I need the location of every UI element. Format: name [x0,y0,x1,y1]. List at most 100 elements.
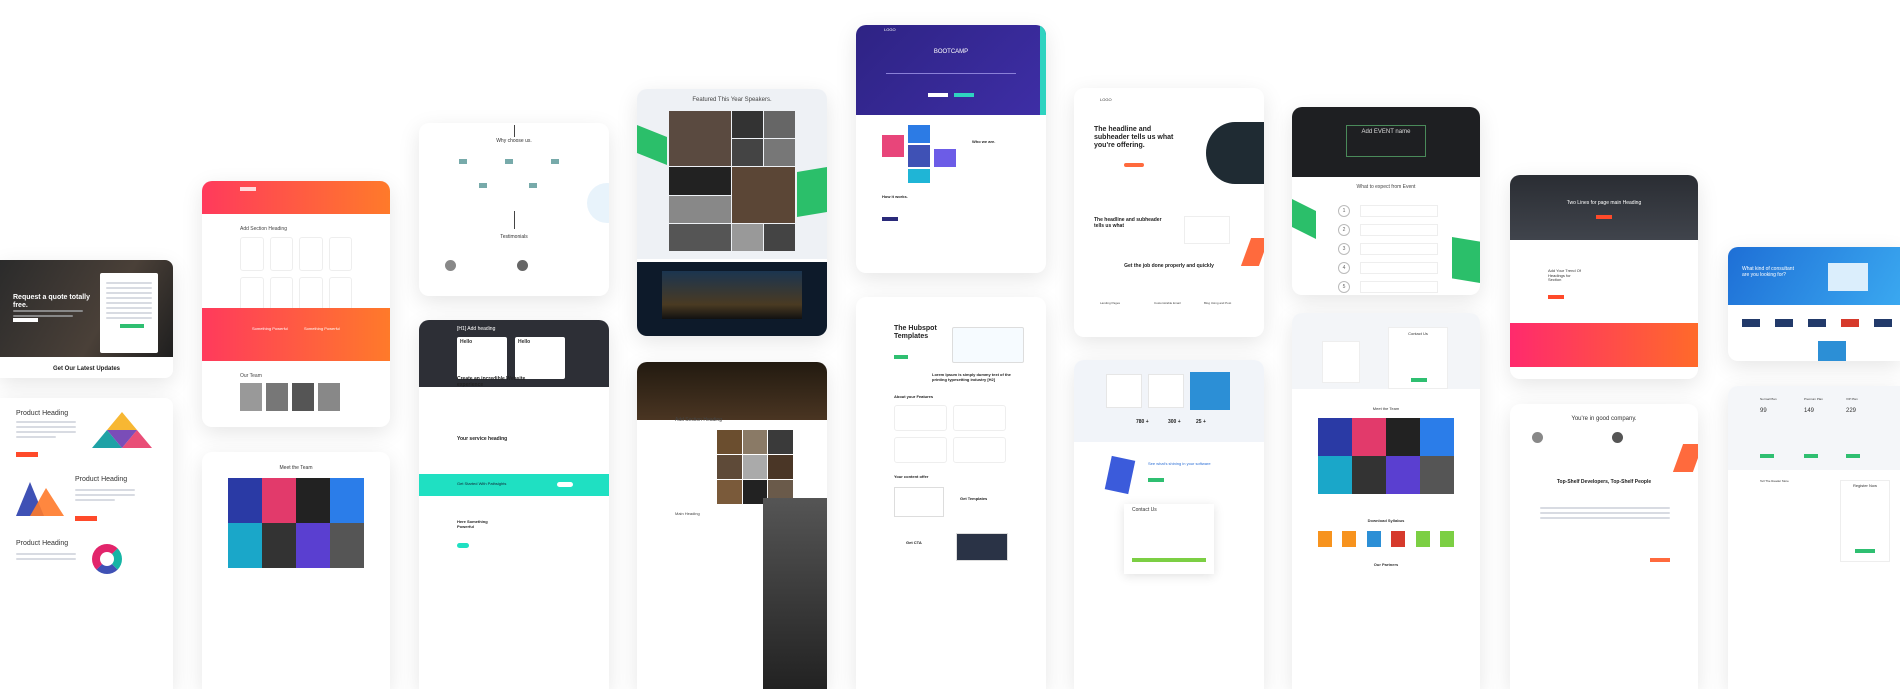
good-card[interactable]: You're in good company. Top-Shelf Develo… [1510,404,1698,689]
step-number: 1 [1338,205,1350,217]
plan-2: Premium Plan [1804,397,1823,401]
register-form[interactable]: Register Now [1840,480,1890,562]
bootcamp-button-2[interactable] [954,93,974,97]
triangle-graphic [92,412,152,448]
hubspot-card[interactable]: The Hubspot Templates Lorem Ipsum is sim… [856,297,1046,689]
features-grid [894,405,1006,463]
how-title: How it works. [882,194,908,199]
list-button[interactable] [1548,295,1564,299]
headline-card[interactable]: LOGO The headline and subheader tells us… [1074,88,1264,337]
headline-button[interactable] [1124,163,1144,167]
red-header [202,181,390,214]
create-heading: Create an incredible Website experience [457,376,526,388]
blue-box [1818,341,1846,361]
event-card[interactable]: Add EVENT name What to expect from Event… [1292,107,1480,295]
hello-card-1: Hello [457,337,507,379]
quote-button[interactable] [13,318,38,322]
block [908,169,930,183]
block [908,125,930,143]
event-step: 2 [1338,224,1438,236]
hello-card-2: Hello [515,337,565,379]
red-feature-grid-2 [240,277,352,311]
job-title: Get the job done properly and quickly [1124,263,1214,269]
avatar [517,260,528,271]
good-submit[interactable] [1650,558,1670,562]
dark-heading-card[interactable]: [H1] Add heading Hello Hello Create an i… [419,320,609,689]
hubspot-button[interactable] [894,355,908,359]
city-image [637,262,827,336]
night-section-heading: Add Section Heading [675,417,722,423]
green-accent [797,167,827,217]
red-feature-2: Something Powerful [304,326,340,331]
bootcamp-title: BOOTCAMP [933,49,969,55]
bootcamp-card[interactable]: LOGO BOOTCAMP Who we are. How it works. [856,25,1046,273]
product-button-2[interactable] [75,516,97,521]
template-gallery: Request a quote totally free. Get Our La… [0,0,1900,689]
team-photo [318,383,340,411]
contact-form[interactable]: Contact Us [1124,504,1214,574]
powerful-button[interactable] [457,543,469,548]
dark-red-list: Add Your Trend Of Headings for Section [1548,268,1581,283]
stat-box [1148,374,1184,408]
speakers-card[interactable]: Featured This Year Speakers. [637,89,827,336]
product-card: Product Heading Product Heading Product … [0,398,173,689]
headline-h1: The headline and subheader tells us what… [1094,126,1174,150]
orange-accent [1240,238,1264,266]
product-heading-1: Product Heading [16,410,69,417]
get-templates: Get Templates [960,496,988,501]
red-landing-card[interactable]: Add Section Heading Something Powerful S… [202,181,390,427]
step-number: 4 [1338,262,1350,274]
speakers-title: Featured This Year Speakers. [692,97,772,103]
block [934,149,956,167]
event2-band [1292,313,1480,389]
plan-1: Normal Plan [1760,397,1777,401]
plan-button[interactable] [1760,454,1774,458]
dark-red-hero [1510,175,1698,240]
night-card[interactable]: Add Section Heading Main Heading [637,362,827,689]
see-button[interactable] [1148,478,1164,482]
block [882,135,904,157]
plan-button[interactable] [1846,454,1860,458]
testimonials-title: Testimonials [500,234,528,240]
quote-submit[interactable] [120,324,144,328]
orange-accent [1672,444,1698,472]
red-logo [240,187,256,191]
blue-title: What kind of consultant are you looking … [1742,266,1794,278]
step-box [1360,262,1438,274]
quote-form[interactable] [100,273,158,353]
red-team-title: Our Team [240,373,262,379]
how-button[interactable] [882,217,898,221]
headline-hero-circle [1206,122,1264,184]
pricing-card[interactable]: Normal Plan Premium Plan VIP Plan 99 149… [1728,386,1900,689]
plan-3: VIP Plan [1846,397,1858,401]
event-step: 3 [1338,243,1438,255]
cta-button[interactable] [557,482,573,487]
dark-red-button[interactable] [1596,215,1612,219]
cta-band [419,474,609,496]
content-preview [894,487,944,517]
contact-form[interactable]: Contact Us [1388,327,1448,389]
service-heading: Your service heading [457,436,508,442]
event2-card[interactable]: Contact Us Meet the Team Download Syllab… [1292,313,1480,689]
good-title: You're in good company. [1571,416,1637,422]
get-cta: Get CTA [906,540,922,545]
feature-email: Customizable Email [1154,301,1181,305]
tell-more: Tell The Reader More [1760,479,1789,483]
good-form[interactable] [1540,504,1670,560]
product-button-1[interactable] [16,452,38,457]
dark-red-card[interactable]: Two Lines for page main Heading Add Your… [1510,175,1698,379]
plan-button[interactable] [1804,454,1818,458]
divider [514,211,515,229]
green-accent [1452,237,1480,283]
event-step: 4 [1338,262,1438,274]
why-card[interactable]: Why choose us. Testimonials [419,123,609,296]
blue-card[interactable]: What kind of consultant are you looking … [1728,247,1900,361]
headline-h2: The headline and subheader tells us what [1094,217,1162,229]
mountain-graphic [16,482,64,516]
step-box [1360,224,1438,236]
bootcamp-button-1[interactable] [928,93,948,97]
stat-box-active [1190,372,1230,410]
building-image [763,498,827,689]
quote-card[interactable]: Request a quote totally free. Get Our La… [0,260,173,378]
stats-card[interactable]: 780 + 300 + 25 + See what's shining in y… [1074,360,1264,689]
